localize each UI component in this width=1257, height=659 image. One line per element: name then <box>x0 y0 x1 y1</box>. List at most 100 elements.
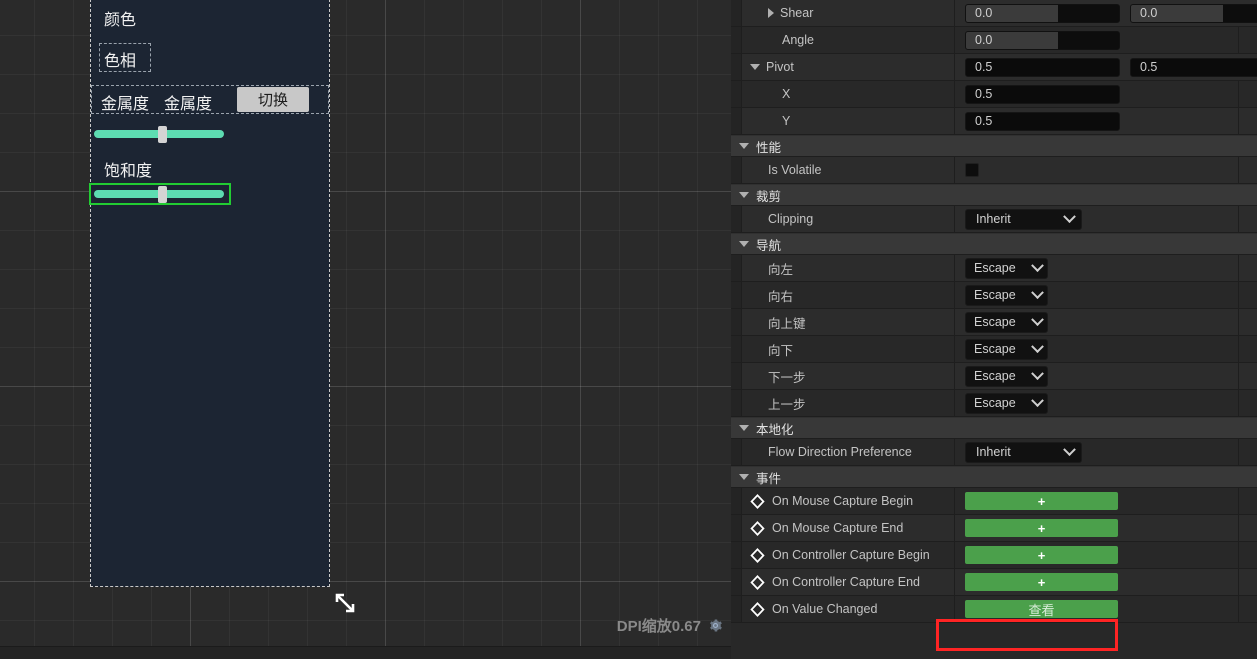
chevron-right-icon[interactable] <box>768 8 774 18</box>
property-row[interactable]: Angle 0.0 <box>731 27 1257 54</box>
property-value-cell[interactable]: + <box>955 542 1238 568</box>
gear-icon[interactable] <box>708 618 723 633</box>
dropdown[interactable]: Escape <box>965 284 1048 306</box>
property-value-cell[interactable]: 0.0 <box>955 27 1238 53</box>
hue-slider[interactable] <box>94 126 224 143</box>
numeric-spin-field[interactable]: 0.0 <box>965 30 1120 50</box>
property-value-cell[interactable]: + <box>955 488 1238 514</box>
hue-slider-handle[interactable] <box>158 126 167 143</box>
row-reset-cell[interactable] <box>1238 81 1257 107</box>
numeric-spin-field[interactable]: 0.0 <box>1130 3 1257 23</box>
dropdown[interactable]: Inherit <box>965 441 1082 463</box>
row-reset-cell[interactable] <box>1238 27 1257 53</box>
numeric-field[interactable]: 0.5 <box>965 84 1120 104</box>
property-row[interactable]: X 0.5 <box>731 81 1257 108</box>
row-reset-cell[interactable] <box>1238 282 1257 308</box>
add-event-button[interactable]: + <box>965 519 1118 537</box>
dropdown[interactable]: Escape <box>965 338 1048 360</box>
row-reset-cell[interactable] <box>1238 542 1257 568</box>
row-reset-cell[interactable] <box>1238 390 1257 416</box>
row-reset-cell[interactable] <box>1238 206 1257 232</box>
row-reset-cell[interactable] <box>1238 363 1257 389</box>
property-row[interactable]: 向左 Escape <box>731 255 1257 282</box>
numeric-field[interactable]: 0.5 <box>965 111 1120 131</box>
event-row[interactable]: On Mouse Capture End + <box>731 515 1257 542</box>
property-row[interactable]: Y 0.5 <box>731 108 1257 135</box>
chevron-down-icon[interactable] <box>739 241 749 247</box>
dropdown[interactable]: Escape <box>965 365 1048 387</box>
dropdown[interactable]: Escape <box>965 311 1048 333</box>
property-value-cell[interactable]: 0.5 0.5 <box>955 54 1257 80</box>
add-event-button[interactable]: + <box>965 492 1118 510</box>
chevron-down-icon[interactable] <box>739 425 749 431</box>
add-event-button[interactable]: + <box>965 573 1118 591</box>
section-header[interactable]: 性能 <box>731 135 1257 157</box>
row-reset-cell[interactable] <box>1238 569 1257 595</box>
property-value-cell[interactable]: Escape <box>955 390 1238 416</box>
row-reset-cell[interactable] <box>1238 488 1257 514</box>
saturation-slider-handle[interactable] <box>158 186 167 203</box>
section-header[interactable]: 导航 <box>731 233 1257 255</box>
property-row[interactable]: Flow Direction Preference Inherit <box>731 439 1257 466</box>
event-row[interactable]: On Value Changed 查看 <box>731 596 1257 623</box>
numeric-field[interactable]: 0.5 <box>965 57 1120 77</box>
row-reset-cell[interactable] <box>1238 439 1257 465</box>
property-value-cell[interactable]: Escape <box>955 309 1238 335</box>
row-gutter <box>731 27 742 53</box>
section-header[interactable]: 事件 <box>731 466 1257 488</box>
row-reset-cell[interactable] <box>1238 108 1257 134</box>
view-event-button[interactable]: 查看 <box>965 600 1118 618</box>
saturation-slider[interactable] <box>94 186 224 203</box>
row-reset-cell[interactable] <box>1238 596 1257 622</box>
property-row[interactable]: Pivot 0.5 0.5 <box>731 54 1257 81</box>
property-value-cell[interactable]: Inherit <box>955 206 1238 232</box>
chevron-down-icon[interactable] <box>739 474 749 480</box>
event-row[interactable]: On Controller Capture Begin + <box>731 542 1257 569</box>
property-value-cell[interactable]: Escape <box>955 363 1238 389</box>
property-value-cell[interactable]: + <box>955 569 1238 595</box>
property-row[interactable]: 向右 Escape <box>731 282 1257 309</box>
property-value-cell[interactable]: Escape <box>955 282 1238 308</box>
event-row[interactable]: On Controller Capture End + <box>731 569 1257 596</box>
selected-widget-outline[interactable]: 颜色 色相 金属度 金属度 切换 饱和度 <box>89 0 330 587</box>
row-reset-cell[interactable] <box>1238 336 1257 362</box>
property-value-cell[interactable]: 查看 <box>955 596 1238 622</box>
property-row[interactable]: 上一步 Escape <box>731 390 1257 417</box>
numeric-field[interactable]: 0.5 <box>1130 57 1257 77</box>
property-row[interactable]: Shear 0.0 0.0 <box>731 0 1257 27</box>
row-reset-cell[interactable] <box>1238 309 1257 335</box>
event-row[interactable]: On Mouse Capture Begin + <box>731 488 1257 515</box>
add-event-button[interactable]: + <box>965 546 1118 564</box>
row-reset-cell[interactable] <box>1238 157 1257 183</box>
section-header[interactable]: 本地化 <box>731 417 1257 439</box>
details-panel[interactable]: Shear 0.0 0.0 Angle 0.0 Pivot 0.5 0.5 X 0.5 Y 0.5 性能… <box>731 0 1257 659</box>
property-row[interactable]: 向上键 Escape <box>731 309 1257 336</box>
property-row[interactable]: Is Volatile <box>731 157 1257 184</box>
property-row[interactable]: 向下 Escape <box>731 336 1257 363</box>
property-value-cell[interactable] <box>955 157 1238 183</box>
chevron-down-icon[interactable] <box>739 192 749 198</box>
property-label: On Controller Capture Begin <box>772 548 930 562</box>
section-header[interactable]: 裁剪 <box>731 184 1257 206</box>
dropdown[interactable]: Inherit <box>965 208 1082 230</box>
toggle-button[interactable]: 切换 <box>237 87 309 112</box>
property-value-cell[interactable]: + <box>955 515 1238 541</box>
property-value-cell[interactable]: Escape <box>955 255 1238 281</box>
dropdown[interactable]: Escape <box>965 392 1048 414</box>
dropdown[interactable]: Escape <box>965 257 1048 279</box>
numeric-spin-field[interactable]: 0.0 <box>965 3 1120 23</box>
property-value-cell[interactable]: 0.5 <box>955 81 1238 107</box>
property-value-cell[interactable]: Escape <box>955 336 1238 362</box>
resize-diagonal-icon[interactable] <box>334 592 356 614</box>
row-reset-cell[interactable] <box>1238 515 1257 541</box>
chevron-down-icon[interactable] <box>739 143 749 149</box>
property-row[interactable]: 下一步 Escape <box>731 363 1257 390</box>
property-value-cell[interactable]: Inherit <box>955 439 1238 465</box>
property-value-cell[interactable]: 0.0 0.0 <box>955 0 1257 26</box>
chevron-down-icon[interactable] <box>750 64 760 70</box>
checkbox[interactable] <box>965 163 979 177</box>
designer-canvas[interactable]: 颜色 色相 金属度 金属度 切换 饱和度 DPI缩放0.67 <box>0 0 731 646</box>
property-row[interactable]: Clipping Inherit <box>731 206 1257 233</box>
row-reset-cell[interactable] <box>1238 255 1257 281</box>
property-value-cell[interactable]: 0.5 <box>955 108 1238 134</box>
